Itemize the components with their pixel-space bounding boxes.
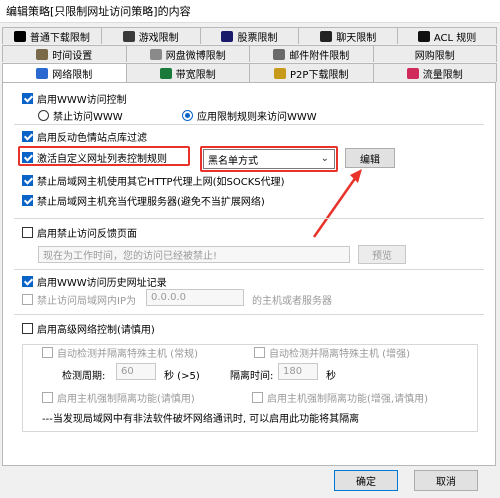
checkbox-box[interactable] <box>22 227 33 238</box>
feedback-text-input[interactable]: 现在为工作时间，您的访问已经被禁止! <box>38 246 350 263</box>
radio-forbid-www[interactable]: 禁止访问WWW <box>38 108 123 123</box>
bandwidth-icon <box>159 67 172 79</box>
clock-icon <box>36 48 49 60</box>
advanced-checkbox[interactable]: 启用高级网络控制(请慎用) <box>22 321 155 336</box>
tab-shopping[interactable]: 网购限制 <box>372 45 497 62</box>
checkbox-box[interactable] <box>22 93 33 104</box>
window-title: 编辑策略[只限制网址访问策略]的内容 <box>6 5 191 18</box>
radio-circle[interactable] <box>38 110 49 121</box>
period-label: 检测周期: <box>62 371 106 382</box>
checkbox-box[interactable] <box>42 347 53 358</box>
checkbox-box[interactable] <box>254 347 265 358</box>
isolate-input[interactable]: 180 <box>278 363 318 380</box>
stock-icon <box>221 30 234 42</box>
checkbox-box[interactable] <box>22 195 33 206</box>
tab-row-3: 网络限制 带宽限制 P2P下载限制 流量限制 <box>2 63 497 82</box>
host-isolate-checkbox[interactable]: 启用主机强制隔离功能(请慎用) <box>42 390 195 405</box>
checkbox-box[interactable] <box>252 392 263 403</box>
radio-apply-rules[interactable]: 应用限制规则来访问WWW <box>182 108 317 123</box>
tab-acl[interactable]: ACL 规则 <box>397 27 497 44</box>
download-icon <box>13 30 26 42</box>
p2p-icon <box>274 67 287 79</box>
www-control-checkbox[interactable]: 启用WWW访问控制 <box>22 91 127 106</box>
preview-button[interactable]: 预览 <box>358 245 406 264</box>
checkbox-box[interactable] <box>22 323 33 334</box>
history-checkbox[interactable]: 启用WWW访问历史网址记录 <box>22 274 167 289</box>
divider <box>14 124 484 125</box>
ip-suffix-label: 的主机或者服务器 <box>252 296 332 307</box>
ip-input[interactable]: 0.0.0.0 <box>146 289 244 306</box>
auto-enhanced-checkbox[interactable]: 自动检测并隔离特殊主机 (增强) <box>252 345 412 360</box>
title-bar: 编辑策略[只限制网址访问策略]的内容 <box>0 0 500 23</box>
http-proxy-checkbox[interactable]: 禁止局域网主机使用其它HTTP代理上网(如SOCKS代理) <box>22 173 285 188</box>
chat-icon <box>320 30 333 42</box>
forbid-ip-checkbox[interactable]: 禁止访问局域网内IP为 <box>22 292 136 307</box>
tab-bandwidth[interactable]: 带宽限制 <box>125 63 250 82</box>
network-icon <box>36 67 49 79</box>
radio-circle[interactable] <box>182 110 193 121</box>
auto-normal-checkbox[interactable]: 自动检测并隔离特殊主机 (常规) <box>40 345 200 360</box>
tab-normal-download[interactable]: 普通下载限制 <box>2 27 102 44</box>
divider <box>14 218 484 219</box>
host-isolate-enhanced-checkbox[interactable]: 启用主机强制隔离功能(增强,请慎用) <box>252 390 428 405</box>
netdisk-icon <box>149 48 162 60</box>
checkbox-box[interactable] <box>22 131 33 142</box>
checkbox-box[interactable] <box>22 152 33 163</box>
chevron-down-icon: ⌄ <box>320 153 329 164</box>
tab-game[interactable]: 游戏限制 <box>100 27 201 44</box>
tab-mail[interactable]: 邮件附件限制 <box>249 45 374 62</box>
isolate-label: 隔离时间: <box>230 371 274 382</box>
tab-time[interactable]: 时间设置 <box>2 45 127 62</box>
tab-chat[interactable]: 聊天限制 <box>298 27 399 44</box>
tab-network[interactable]: 网络限制 <box>2 63 127 82</box>
tab-netdisk[interactable]: 网盘微博限制 <box>125 45 250 62</box>
act-proxy-checkbox[interactable]: 禁止局域网主机充当代理服务器(避免不当扩展网络) <box>22 193 265 208</box>
advanced-note: ---当发现局域网中有非法软件破坏网络通讯时, 可以启用此功能将其隔离 <box>42 414 360 425</box>
feedback-checkbox[interactable]: 启用禁止访问反馈页面 <box>22 225 137 240</box>
red-arrow-icon <box>312 169 362 238</box>
divider <box>14 269 484 270</box>
divider <box>14 314 484 315</box>
period-unit: 秒 (>5) <box>164 371 200 382</box>
isolate-unit: 秒 <box>326 371 336 382</box>
traffic-icon <box>406 67 419 79</box>
tab-p2p[interactable]: P2P下载限制 <box>249 63 374 82</box>
custom-list-checkbox[interactable]: 激活自定义网址列表控制规则 <box>22 150 167 165</box>
checkbox-box[interactable] <box>22 294 33 305</box>
cancel-button[interactable]: 取消 <box>414 470 478 491</box>
checkbox-box[interactable] <box>22 175 33 186</box>
porn-filter-checkbox[interactable]: 启用反动色情站点库过滤 <box>22 129 147 144</box>
acl-icon <box>417 30 430 42</box>
checkbox-box[interactable] <box>22 276 33 287</box>
period-input[interactable]: 60 <box>116 363 156 380</box>
tab-stock[interactable]: 股票限制 <box>199 27 300 44</box>
tab-row-1: 普通下载限制 游戏限制 股票限制 聊天限制 ACL 规则 <box>2 27 497 44</box>
ok-button[interactable]: 确定 <box>334 470 398 491</box>
mail-icon <box>273 48 286 60</box>
tab-traffic[interactable]: 流量限制 <box>372 63 497 82</box>
tab-row-2: 时间设置 网盘微博限制 邮件附件限制 网购限制 <box>2 45 497 62</box>
game-icon <box>122 30 135 42</box>
checkbox-box[interactable] <box>42 392 53 403</box>
